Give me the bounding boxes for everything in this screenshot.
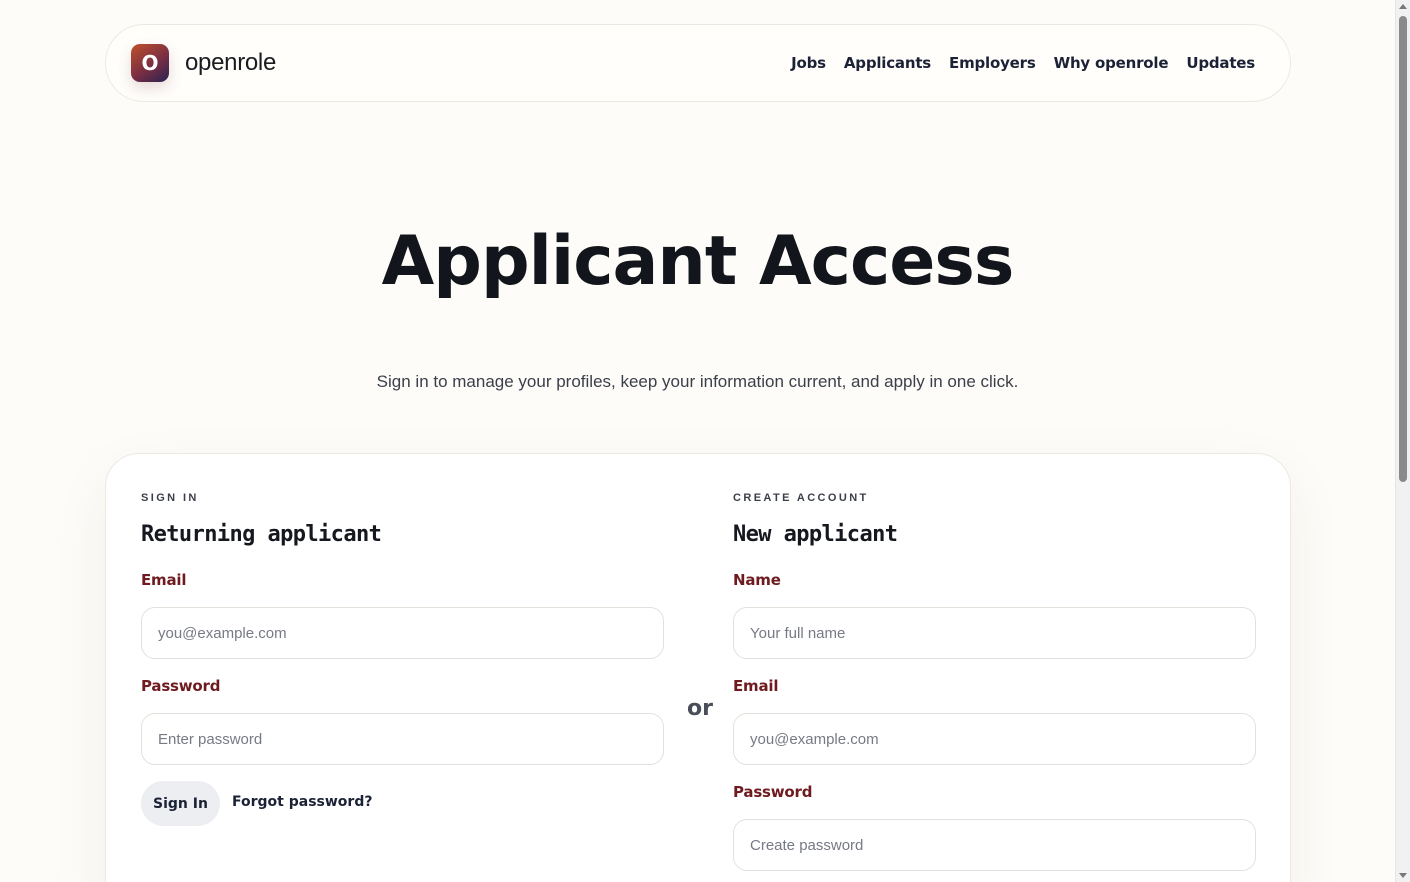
create-password-label: Password xyxy=(733,783,813,801)
access-card: SIGN IN Returning applicant Email Passwo… xyxy=(105,453,1291,882)
page-title: Applicant Access xyxy=(381,222,1015,301)
scroll-down-icon[interactable] xyxy=(1399,873,1407,878)
create-email-input[interactable] xyxy=(733,713,1256,765)
page-subtitle: Sign in to manage your profiles, keep yo… xyxy=(376,372,1019,391)
sign-in-button[interactable]: Sign In xyxy=(141,781,220,826)
create-name-input[interactable] xyxy=(733,607,1256,659)
signin-email-input[interactable] xyxy=(141,607,664,659)
signin-email-label: Email xyxy=(141,571,187,589)
brand[interactable]: O openrole xyxy=(131,44,276,82)
nav-links: Jobs Applicants Employers Why openrole U… xyxy=(791,54,1255,72)
create-name-label: Name xyxy=(733,571,781,589)
top-navbar: O openrole Jobs Applicants Employers Why… xyxy=(105,24,1291,102)
logo-letter: O xyxy=(141,51,159,75)
forgot-password-link[interactable]: Forgot password? xyxy=(232,794,372,810)
nav-link-why-openrole[interactable]: Why openrole xyxy=(1054,54,1169,72)
page: O openrole Jobs Applicants Employers Why… xyxy=(0,0,1410,882)
or-divider: or xyxy=(687,696,713,721)
openrole-logo-icon[interactable]: O xyxy=(131,44,169,82)
nav-link-updates[interactable]: Updates xyxy=(1186,54,1255,72)
signin-password-label: Password xyxy=(141,677,221,695)
signin-title: Returning applicant xyxy=(141,522,382,547)
brand-name[interactable]: openrole xyxy=(185,49,276,77)
create-email-label: Email xyxy=(733,677,779,695)
create-password-input[interactable] xyxy=(733,819,1256,871)
scroll-up-icon[interactable] xyxy=(1399,4,1407,9)
nav-link-applicants[interactable]: Applicants xyxy=(844,54,931,72)
scrollbar-thumb[interactable] xyxy=(1399,16,1407,482)
page-scrollbar[interactable] xyxy=(1395,0,1410,882)
signin-eyebrow: SIGN IN xyxy=(141,492,199,504)
nav-link-jobs[interactable]: Jobs xyxy=(791,54,826,72)
nav-link-employers[interactable]: Employers xyxy=(949,54,1036,72)
signin-password-input[interactable] xyxy=(141,713,664,765)
create-title: New applicant xyxy=(733,522,898,547)
create-eyebrow: CREATE ACCOUNT xyxy=(733,492,869,504)
